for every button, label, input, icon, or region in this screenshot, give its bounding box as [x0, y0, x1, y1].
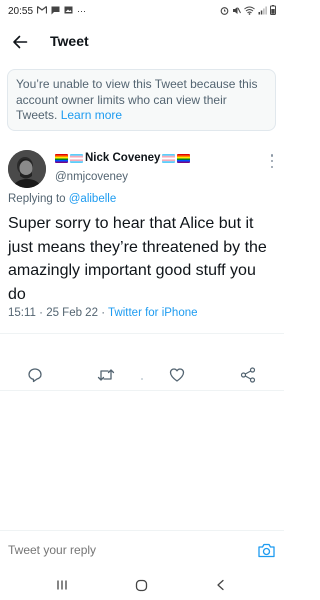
battery-icon: [270, 5, 276, 17]
notice-text: You’re unable to view this Tweet because…: [16, 77, 258, 122]
display-name-row[interactable]: Nick Coveney: [55, 152, 191, 164]
reply-bar: [0, 530, 284, 570]
recent-apps-button[interactable]: [53, 576, 71, 594]
reply-input[interactable]: [8, 543, 238, 557]
page-title: Tweet: [50, 33, 89, 49]
recent-apps-icon: [57, 580, 67, 590]
reply-prefix: Replying to: [8, 193, 66, 205]
tweet-time: 15:11: [8, 307, 36, 319]
home-icon: [135, 579, 147, 591]
meta-separator: ·: [101, 307, 106, 319]
system-nav-bar: [0, 570, 284, 600]
avatar[interactable]: [8, 150, 46, 188]
more-dots-icon: ···: [77, 5, 87, 16]
trans-flag-icon: [70, 153, 83, 163]
like-icon: [169, 368, 185, 382]
gmail-icon: [36, 6, 48, 16]
reply-button[interactable]: [25, 365, 45, 385]
tweet-source-link[interactable]: Twitter for iPhone: [108, 307, 197, 319]
learn-more-link[interactable]: Learn more: [61, 108, 122, 122]
tweet-text: Super sorry to hear that Alice but it ju…: [8, 215, 267, 303]
display-name: Nick Coveney: [85, 152, 161, 164]
tweet-author: Nick Coveney @nmjcoveney: [0, 148, 284, 194]
alarm-icon: [220, 6, 229, 17]
status-left: 20:55 ···: [8, 6, 86, 17]
back-button[interactable]: [10, 32, 30, 52]
status-time: 20:55: [8, 5, 34, 17]
meta-separator: ·: [39, 307, 43, 319]
mute-icon: [232, 6, 241, 17]
tweet-action-bar: [0, 362, 284, 390]
retweet-button[interactable]: [96, 365, 116, 385]
status-right: [220, 5, 276, 17]
share-button[interactable]: [238, 365, 258, 385]
tweet-date: 25 Feb 22: [46, 307, 98, 319]
camera-icon: [257, 543, 275, 557]
signal-icon: [258, 6, 267, 17]
camera-button[interactable]: [256, 540, 276, 560]
protected-tweet-notice: You’re unable to view this Tweet because…: [7, 69, 276, 131]
rainbow-flag-icon: [55, 153, 68, 163]
arrow-left-icon: [13, 35, 28, 49]
tweet-meta: 15:11 · 25 Feb 22 · Twitter for iPhone: [8, 307, 198, 319]
wifi-icon: [244, 6, 255, 17]
app-header: Tweet: [0, 28, 284, 56]
system-back-button[interactable]: [212, 576, 230, 594]
image-icon: [64, 6, 73, 16]
like-button[interactable]: [167, 365, 187, 385]
loading-dot: [141, 378, 143, 380]
reply-mention-link[interactable]: @alibelle: [69, 193, 116, 205]
home-button[interactable]: [132, 576, 150, 594]
message-icon: [51, 6, 60, 17]
rainbow-flag-icon: [177, 153, 191, 163]
reply-icon: [28, 368, 42, 383]
trans-flag-icon: [162, 153, 176, 163]
chevron-left-icon: [217, 579, 224, 591]
retweet-icon: [97, 369, 115, 381]
divider: [0, 390, 284, 391]
more-options-icon[interactable]: [270, 154, 274, 168]
replying-to: Replying to @alibelle: [8, 193, 116, 205]
username[interactable]: @nmjcoveney: [55, 171, 128, 183]
status-bar: 20:55 ···: [0, 0, 284, 22]
divider: [0, 333, 284, 334]
share-icon: [240, 367, 256, 383]
